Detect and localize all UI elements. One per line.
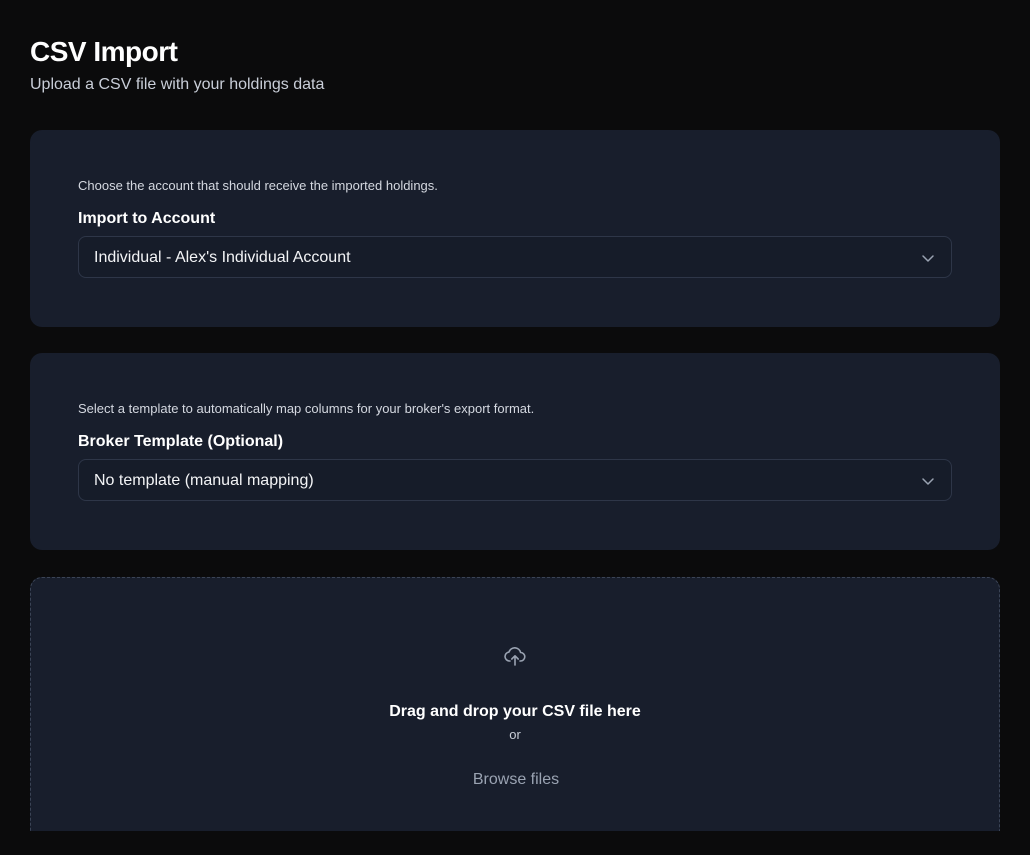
account-card: Choose the account that should receive t…	[30, 130, 1000, 327]
template-select[interactable]: No template (manual mapping)	[78, 459, 952, 501]
account-description: Choose the account that should receive t…	[78, 178, 438, 193]
account-label: Import to Account	[78, 210, 216, 227]
template-card: Select a template to automatically map c…	[30, 353, 1000, 550]
bottom-edge	[0, 831, 1030, 855]
chevron-down-icon	[922, 255, 934, 262]
upload-cloud-icon	[504, 646, 526, 666]
page-subtitle: Upload a CSV file with your holdings dat…	[30, 76, 325, 93]
dropzone-title: Drag and drop your CSV file here	[389, 703, 641, 720]
template-select-value: No template (manual mapping)	[94, 472, 314, 489]
template-label: Broker Template (Optional)	[78, 433, 284, 450]
page-title: CSV Import	[30, 36, 178, 67]
account-select[interactable]: Individual - Alex's Individual Account	[78, 236, 952, 278]
browse-files-button[interactable]: Browse files	[451, 764, 581, 796]
chevron-down-icon	[922, 478, 934, 485]
dropzone-or-text: or	[509, 727, 521, 742]
template-description: Select a template to automatically map c…	[78, 401, 535, 416]
csv-dropzone[interactable]: Drag and drop your CSV file here or Brow…	[30, 577, 1000, 855]
csv-import-page: CSV Import Upload a CSV file with your h…	[30, 0, 1000, 855]
account-select-value: Individual - Alex's Individual Account	[94, 249, 351, 266]
